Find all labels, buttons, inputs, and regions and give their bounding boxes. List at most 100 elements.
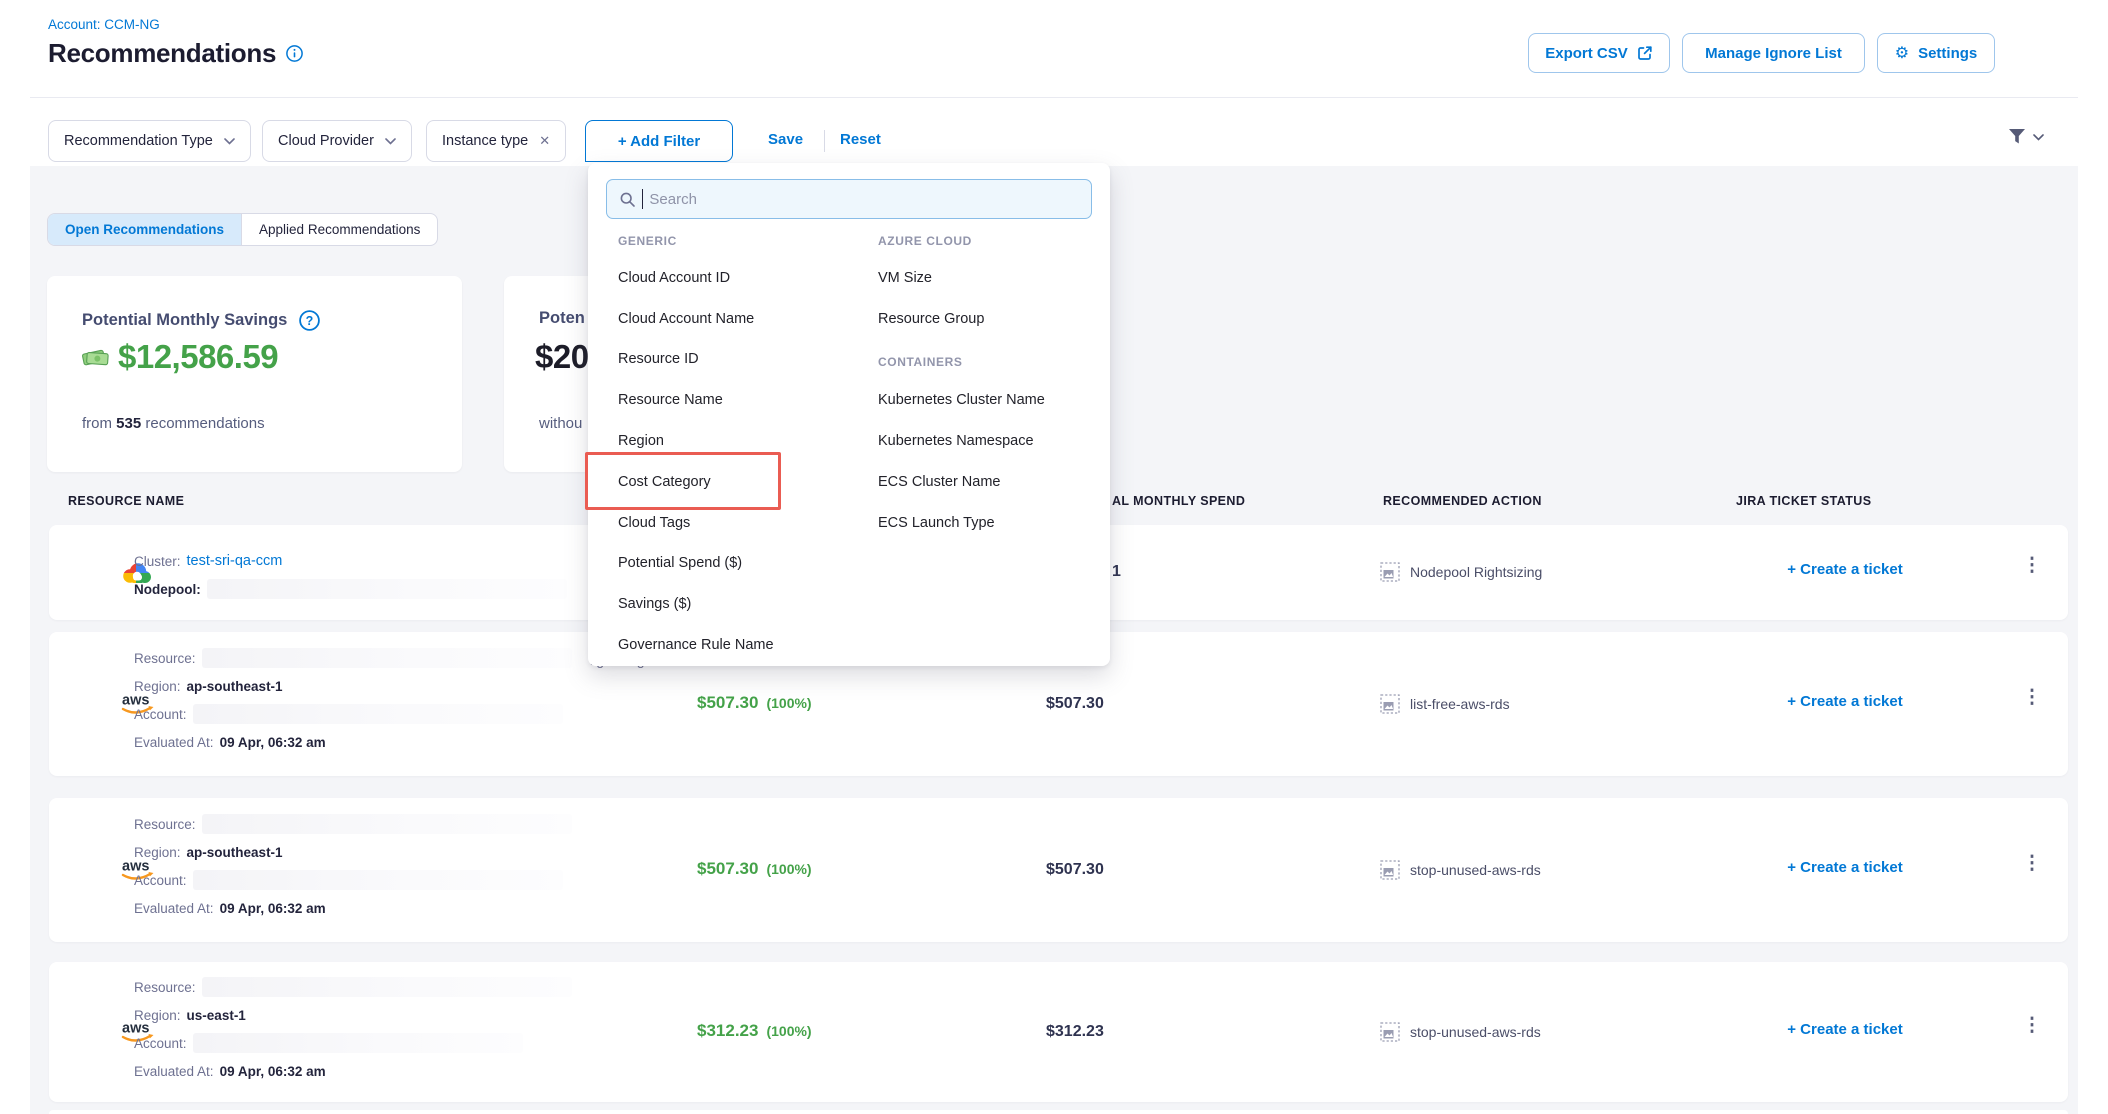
save-button[interactable]: Save (768, 131, 803, 148)
kebab-menu[interactable]: ⋮ (2022, 691, 2042, 705)
savings-value: $507.30 (697, 693, 758, 713)
filter-option-kubernetes-cluster-name[interactable]: Kubernetes Cluster Name (878, 392, 1045, 408)
kebab-menu[interactable]: ⋮ (2022, 857, 2042, 871)
recommended-action-label: stop-unused-aws-rds (1410, 1024, 1541, 1040)
settings-button[interactable]: ⚙ Settings (1877, 33, 1995, 73)
filter-option-region[interactable]: Region (618, 433, 664, 449)
search-input[interactable] (649, 191, 1079, 208)
add-filter-button[interactable]: + Add Filter (585, 120, 733, 162)
nodepool-label: Nodepool: (134, 582, 201, 597)
column-header-jira-ticket-status: JIRA TICKET STATUS (1736, 494, 1871, 508)
savings-amount: $12,586.59 (118, 338, 278, 376)
gear-icon: ⚙ (1895, 43, 1909, 63)
account-label: Account: (134, 1036, 187, 1051)
add-filter-dropdown: GENERIC Cloud Account ID Cloud Account N… (588, 163, 1110, 666)
filter-option-cloud-account-id[interactable]: Cloud Account ID (618, 270, 730, 286)
filter-chip-cloud-provider[interactable]: Cloud Provider (262, 120, 412, 162)
search-input-wrapper (606, 179, 1092, 219)
savings-card-subtext: from 535 recommendations (82, 415, 265, 432)
spend-amount-partial: $20 (535, 338, 589, 376)
svg-text:?: ? (306, 314, 314, 328)
filter-option-governance-rule-name[interactable]: Governance Rule Name (618, 637, 774, 653)
region-label: Region: (134, 679, 181, 694)
spend-card-subtext-partial: withou (539, 415, 582, 432)
evaluated-at-value: 09 Apr, 06:32 am (220, 901, 326, 916)
filter-option-kubernetes-namespace[interactable]: Kubernetes Namespace (878, 433, 1034, 449)
help-icon[interactable]: ? (298, 309, 321, 332)
region-value: ap-southeast-1 (187, 679, 283, 694)
image-placeholder-icon (1380, 694, 1400, 714)
tab-open-recommendations[interactable]: Open Recommendations (48, 214, 241, 245)
region-value: us-east-1 (187, 1008, 246, 1023)
chip-label: Recommendation Type (64, 133, 213, 149)
redacted-value (193, 1033, 523, 1053)
settings-label: Settings (1918, 45, 1977, 62)
image-placeholder-icon (1380, 1022, 1400, 1042)
page-title: Recommendations (48, 38, 276, 69)
redacted-value (193, 704, 563, 724)
column-header-monthly-spend-partial: AL MONTHLY SPEND (1112, 494, 1245, 508)
redacted-value (193, 870, 563, 890)
evaluated-at-label: Evaluated At: (134, 901, 214, 916)
resource-label: Resource: (134, 980, 196, 995)
evaluated-at-value: 09 Apr, 06:32 am (220, 1064, 326, 1079)
filter-option-resource-group[interactable]: Resource Group (878, 311, 984, 327)
image-placeholder-icon (1380, 562, 1400, 582)
filter-option-resource-id[interactable]: Resource ID (618, 351, 699, 367)
manage-ignore-list-button[interactable]: Manage Ignore List (1682, 33, 1865, 73)
filter-option-ecs-cluster-name[interactable]: ECS Cluster Name (878, 474, 1000, 490)
chevron-down-icon (224, 138, 235, 145)
chevron-down-icon (385, 138, 396, 145)
monthly-spend-value: $507.30 (1046, 861, 1104, 879)
redacted-value (202, 977, 572, 997)
filter-option-ecs-launch-type[interactable]: ECS Launch Type (878, 515, 995, 531)
redacted-value (207, 579, 567, 599)
create-ticket-button[interactable]: + Create a ticket (1740, 1021, 1950, 1038)
recommended-action-label: list-free-aws-rds (1410, 696, 1510, 712)
create-ticket-button[interactable]: + Create a ticket (1740, 859, 1950, 876)
external-link-icon (1637, 45, 1653, 61)
breadcrumb[interactable]: Account: CCM-NG (48, 17, 160, 32)
savings-value: $312.23 (697, 1021, 758, 1041)
filter-chip-instance-type[interactable]: Instance type ✕ (426, 120, 566, 162)
evaluated-at-value: 09 Apr, 06:32 am (220, 735, 326, 750)
highlight-box-cost-category (585, 452, 781, 510)
export-csv-button[interactable]: Export CSV (1528, 33, 1670, 73)
savings-card-title: Potential Monthly Savings (82, 311, 287, 330)
manage-ignore-list-label: Manage Ignore List (1705, 45, 1842, 62)
text-cursor (642, 189, 643, 209)
evaluated-at-label: Evaluated At: (134, 735, 214, 750)
monthly-spend-value: $312.23 (1046, 1023, 1104, 1041)
monthly-spend-value: $507.30 (1046, 695, 1104, 713)
table-row (49, 1110, 2068, 1114)
filter-option-savings[interactable]: Savings ($) (618, 596, 691, 612)
money-icon (80, 344, 111, 370)
region-value: ap-southeast-1 (187, 845, 283, 860)
filter-chip-recommendation-type[interactable]: Recommendation Type (48, 120, 251, 162)
tab-applied-recommendations[interactable]: Applied Recommendations (241, 214, 437, 245)
chevron-down-icon (2033, 134, 2044, 141)
info-icon[interactable] (285, 44, 304, 63)
close-icon[interactable]: ✕ (539, 133, 550, 149)
create-ticket-button[interactable]: + Create a ticket (1740, 693, 1950, 710)
filter-option-cloud-tags[interactable]: Cloud Tags (618, 515, 690, 531)
filter-option-vm-size[interactable]: VM Size (878, 270, 932, 286)
account-label: Account: (134, 873, 187, 888)
resource-label: Resource: (134, 651, 196, 666)
table-row[interactable]: aws Resource: Region:us-east-1 Account: … (49, 962, 2068, 1102)
search-icon (619, 191, 636, 208)
filter-option-potential-spend[interactable]: Potential Spend ($) (618, 555, 742, 571)
filter-option-cloud-account-name[interactable]: Cloud Account Name (618, 311, 754, 327)
table-row[interactable]: aws Resource: Region:ap-southeast-1 Acco… (49, 798, 2068, 942)
cluster-link[interactable]: test-sri-qa-ccm (187, 553, 283, 569)
reset-button[interactable]: Reset (840, 131, 881, 148)
filter-option-resource-name[interactable]: Resource Name (618, 392, 723, 408)
resource-label: Resource: (134, 817, 196, 832)
savings-value: $507.30 (697, 859, 758, 879)
kebab-menu[interactable]: ⋮ (2022, 1019, 2042, 1033)
create-ticket-button[interactable]: + Create a ticket (1740, 561, 1950, 578)
section-title-containers: CONTAINERS (878, 355, 962, 369)
kebab-menu[interactable]: ⋮ (2022, 559, 2042, 573)
filter-funnel-button[interactable] (2006, 126, 2044, 148)
column-header-resource-name: RESOURCE NAME (68, 494, 184, 508)
